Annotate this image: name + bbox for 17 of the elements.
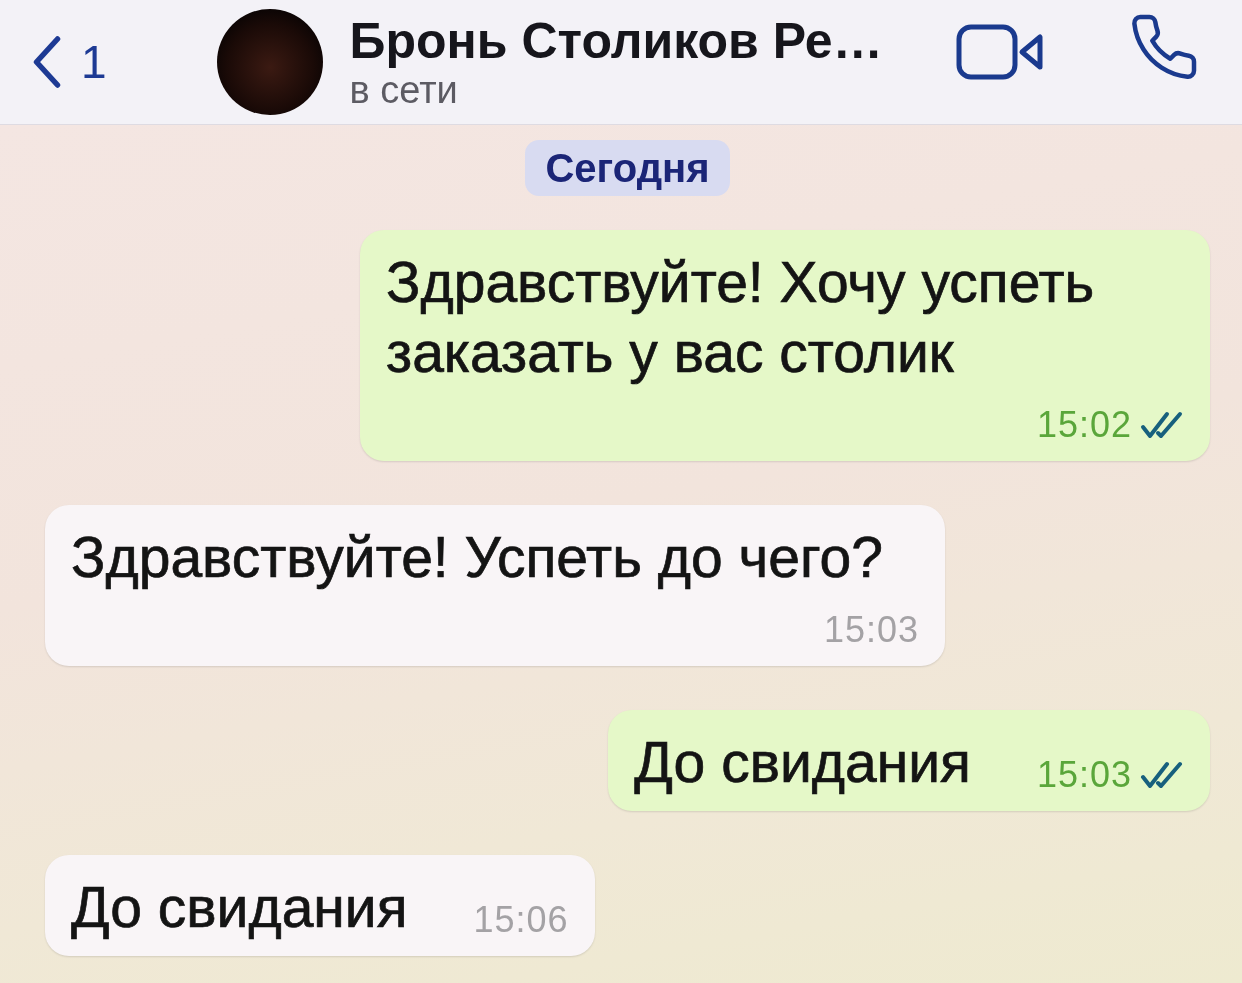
message-text: Здравствуйте! Хочу успеть заказать у вас столик xyxy=(386,249,1096,386)
message-bubble[interactable]: До свидания 15:06 xyxy=(45,855,595,956)
message-time: 15:03 xyxy=(823,608,919,652)
contact-name: Бронь Столиков Ре… xyxy=(349,13,883,69)
chevron-left-icon xyxy=(33,36,61,88)
message-time: 15:03 xyxy=(1036,753,1132,797)
message-text: До свидания xyxy=(71,874,408,941)
message-bubble[interactable]: Здравствуйте! Успеть до чего? 15:03 xyxy=(45,505,945,666)
message-time: 15:06 xyxy=(473,898,569,942)
message-text: До свидания xyxy=(634,729,971,796)
online-status: в сети xyxy=(349,68,459,111)
message-bubble[interactable]: Здравствуйте! Хочу успеть заказать у вас столик 15:02 xyxy=(360,230,1210,461)
video-camera-icon[interactable] xyxy=(956,24,1044,80)
message-time: 15:02 xyxy=(1036,403,1132,447)
message-text: Здравствуйте! Успеть до чего? xyxy=(71,524,883,591)
message-bubble[interactable]: До свидания 15:03 xyxy=(608,710,1210,811)
back-button[interactable]: 1 xyxy=(33,35,107,89)
